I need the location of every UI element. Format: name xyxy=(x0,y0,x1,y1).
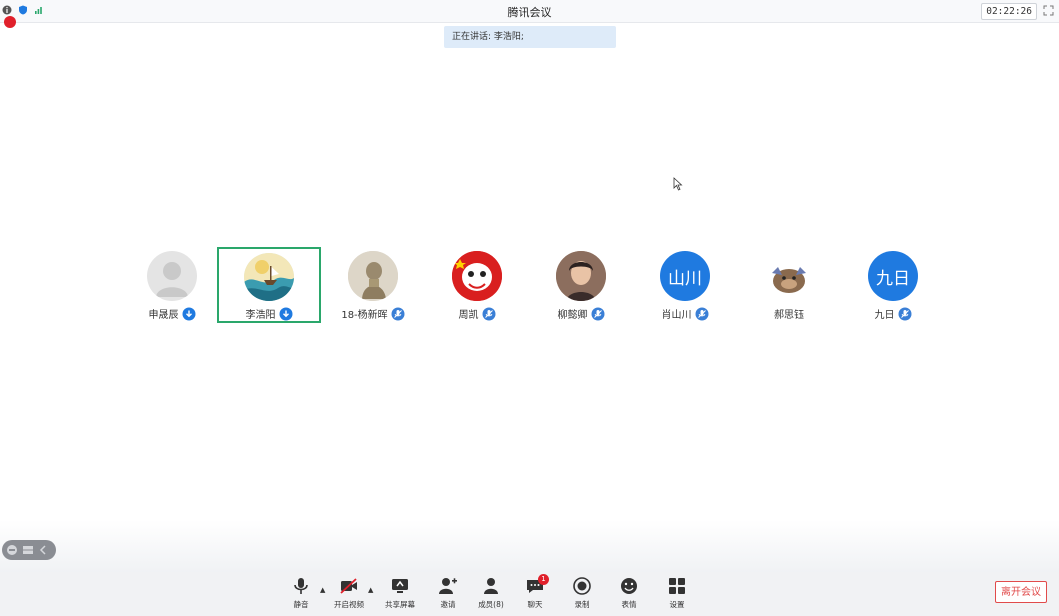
avatar: 山川 xyxy=(660,251,710,301)
avatar xyxy=(764,251,814,301)
participant-tile[interactable]: 周凯 xyxy=(425,247,529,323)
mic-muted-icon xyxy=(591,307,604,320)
participant-tile-speaking[interactable]: 李浩阳 xyxy=(217,247,321,323)
participant-tile[interactable]: 柳懿卿 xyxy=(529,247,633,323)
person-placeholder-icon xyxy=(156,262,188,297)
record-button[interactable]: 录制 xyxy=(559,576,605,612)
video-options-caret-icon[interactable]: ▲ xyxy=(368,586,373,594)
chat-unread-badge: 1 xyxy=(538,574,549,585)
painting-avatar-icon xyxy=(244,253,294,301)
invite-button[interactable]: 邀请 xyxy=(425,576,471,612)
record-label: 录制 xyxy=(574,600,590,609)
leave-meeting-button[interactable]: 离开会议 xyxy=(995,581,1047,603)
grid-settings-icon xyxy=(669,578,685,594)
record-icon xyxy=(573,577,591,595)
share-screen-label: 共享屏幕 xyxy=(385,600,415,609)
participant-tile[interactable]: 郝思钰 xyxy=(737,247,841,323)
participant-name: 18-杨新晖 xyxy=(341,310,388,321)
participant-tile[interactable]: 九日 九日 xyxy=(841,247,945,323)
view-switcher[interactable] xyxy=(2,540,56,560)
mic-muted-icon xyxy=(898,307,911,320)
reactions-button[interactable]: 表情 xyxy=(606,576,652,612)
share-screen-button[interactable]: 共享屏幕 xyxy=(377,576,423,612)
bottom-fade xyxy=(0,520,1059,580)
reactions-label: 表情 xyxy=(621,600,637,609)
chat-button[interactable]: 1 聊天 xyxy=(512,574,558,612)
window-title: 腾讯会议 xyxy=(507,6,552,19)
title-bar: 腾讯会议 02:22:26 xyxy=(0,0,1059,23)
settings-label: 设置 xyxy=(669,600,685,609)
mic-muted-icon xyxy=(391,307,405,320)
avatar xyxy=(556,251,606,301)
mic-muted-icon xyxy=(482,307,495,320)
chevron-left-icon[interactable] xyxy=(38,544,48,556)
participant-name: 郝思钰 xyxy=(774,310,804,321)
speaking-banner: 正在讲话: 李浩阳; xyxy=(444,26,616,48)
meeting-timer: 02:22:26 xyxy=(981,3,1037,20)
participant-name: 九日 xyxy=(874,310,895,321)
mouse-cursor-icon xyxy=(673,177,683,191)
layout-icon[interactable] xyxy=(22,544,34,556)
avatar xyxy=(244,253,294,301)
participant-name: 肖山川 xyxy=(661,310,692,321)
animal-avatar-icon xyxy=(772,267,806,293)
recording-indicator-icon xyxy=(4,16,16,28)
participant-tile[interactable]: 申晟辰 xyxy=(120,247,224,323)
invite-label: 邀请 xyxy=(440,600,456,609)
download-icon xyxy=(279,307,292,320)
smiley-icon xyxy=(621,578,637,594)
share-screen-icon xyxy=(392,579,408,593)
microphone-icon xyxy=(294,578,308,594)
participant-name: 李浩阳 xyxy=(245,310,276,321)
download-icon xyxy=(182,307,195,320)
mic-muted-icon xyxy=(695,307,708,320)
meeting-toolbar: 静音 ▲ 开启视频 ▲ 共享屏幕 邀请 成员(8) 1 聊天 录制 表情 设置 xyxy=(0,572,1059,616)
mute-label: 静音 xyxy=(293,600,309,609)
emoji-icon[interactable] xyxy=(6,544,18,556)
settings-button[interactable]: 设置 xyxy=(654,576,700,612)
participant-name: 申晟辰 xyxy=(148,310,179,321)
video-off-icon xyxy=(340,578,357,594)
participant-name: 周凯 xyxy=(458,310,479,321)
video-button[interactable]: 开启视频 xyxy=(326,576,372,612)
members-label: 成员(8) xyxy=(478,600,504,609)
members-icon xyxy=(484,578,498,594)
fullscreen-icon[interactable] xyxy=(1043,5,1054,16)
chat-label: 聊天 xyxy=(527,600,543,609)
photo-avatar-icon xyxy=(556,251,606,301)
mute-button[interactable]: 静音 xyxy=(278,576,324,612)
video-label: 开启视频 xyxy=(334,600,364,609)
members-button[interactable]: 成员(8) xyxy=(468,576,514,612)
avatar: 九日 xyxy=(868,251,918,301)
avatar xyxy=(348,251,398,301)
participant-tile[interactable]: 18-杨新晖 xyxy=(321,247,425,323)
participant-name: 柳懿卿 xyxy=(557,310,588,321)
cartoon-avatar-icon xyxy=(452,251,502,301)
add-user-icon xyxy=(439,578,457,594)
avatar xyxy=(147,251,197,301)
participant-strip: 申晟辰 李浩阳 18-杨新晖 周凯 柳懿卿 山川 肖山川 郝思钰 九日 九日 xyxy=(120,247,1040,327)
mute-options-caret-icon[interactable]: ▲ xyxy=(320,586,325,594)
avatar xyxy=(452,251,502,301)
statue-avatar-icon xyxy=(348,251,398,301)
participant-tile[interactable]: 山川 肖山川 xyxy=(633,247,737,323)
